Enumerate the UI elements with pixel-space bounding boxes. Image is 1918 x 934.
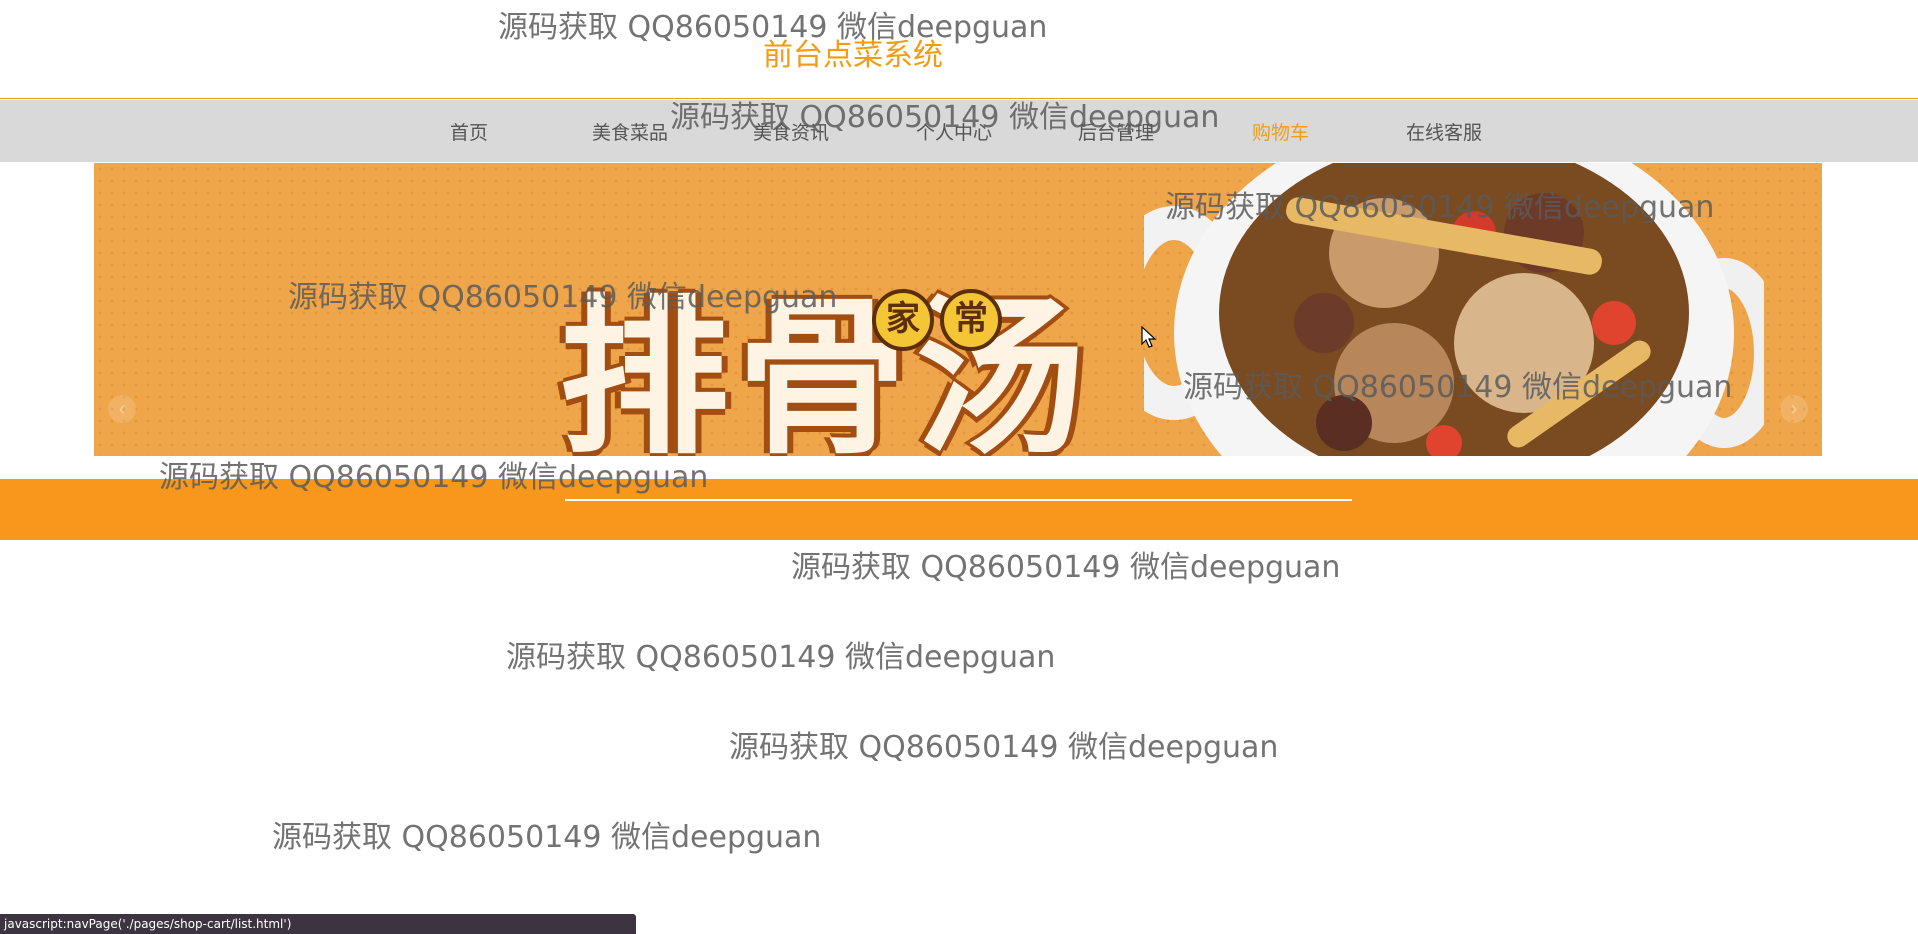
carousel-prev-button[interactable]: ‹ [108,395,136,423]
header-divider [0,98,1918,99]
main-nav: 首页 美食菜品 美食资讯 个人中心 后台管理 购物车 在线客服 [0,100,1918,162]
nav-item-news[interactable]: 美食资讯 [753,118,829,145]
section-band [0,479,1918,540]
banner-badge-1: 家 [872,289,934,351]
mouse-pointer-icon [1141,326,1157,348]
watermark-9: 源码获取 QQ86050149 微信deepguan [729,730,1279,765]
site-title: 前台点菜系统 [763,38,943,73]
watermark-7: 源码获取 QQ86050149 微信deepguan [791,550,1341,585]
banner-badge-2: 常 [940,289,1002,351]
browser-status-bar: javascript:navPage('./pages/shop-cart/li… [0,914,636,934]
watermark-10: 源码获取 QQ86050149 微信deepguan [272,820,822,855]
band-divider [565,499,1352,501]
nav-item-home[interactable]: 首页 [450,118,488,145]
nav-item-service[interactable]: 在线客服 [1406,118,1482,145]
soup-pot-image [1144,163,1764,456]
carousel-next-button[interactable]: › [1780,395,1808,423]
nav-item-cart[interactable]: 购物车 [1252,118,1309,145]
nav-item-dishes[interactable]: 美食菜品 [592,118,668,145]
banner-carousel[interactable]: 排骨汤 家 常 ‹ › [94,163,1822,456]
nav-item-profile[interactable]: 个人中心 [916,118,992,145]
nav-item-admin[interactable]: 后台管理 [1078,118,1154,145]
watermark-8: 源码获取 QQ86050149 微信deepguan [506,640,1056,675]
banner-title: 排骨汤 [559,278,1094,456]
